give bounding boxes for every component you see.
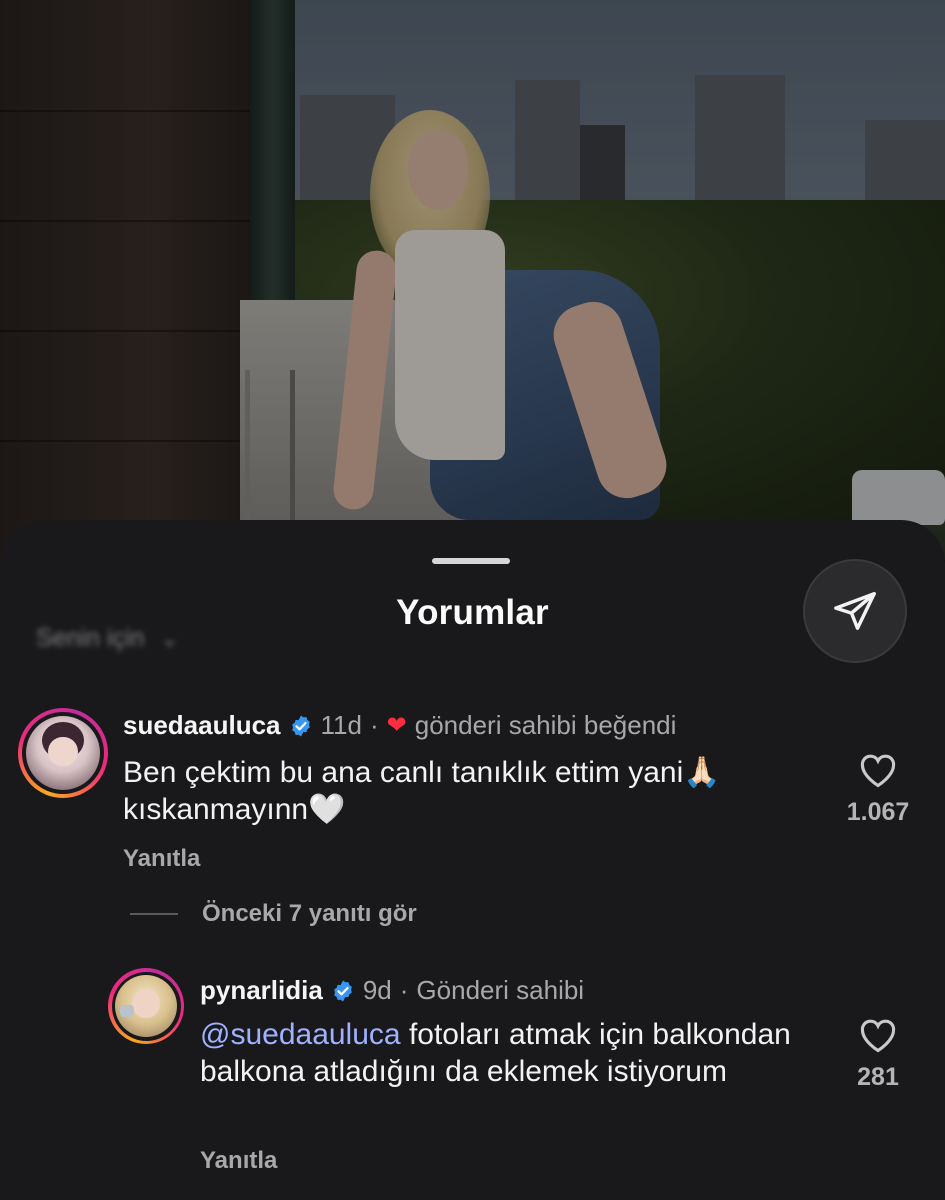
small-heart-icon: ❤ <box>386 712 407 739</box>
reply-meta: Gönderi sahibi <box>416 975 585 1005</box>
comment-time: 11d <box>320 710 362 740</box>
verified-badge-icon <box>291 715 310 736</box>
sheet-grabber[interactable] <box>432 558 510 564</box>
comment-username[interactable]: suedaauluca <box>123 710 281 741</box>
view-replies-button[interactable]: Önceki 7 yanıtı gör <box>130 900 417 928</box>
post-photo <box>0 0 945 560</box>
reply-username[interactable]: pynarlidia <box>200 975 323 1006</box>
like-control[interactable]: 1.067 <box>838 752 918 827</box>
comment-text: Ben çektim bu ana canlı tanıklık ettim y… <box>123 756 721 826</box>
comment-meta: gönderi sahibi beğendi <box>414 710 677 740</box>
heart-icon <box>860 754 896 788</box>
divider <box>130 913 178 915</box>
avatar[interactable] <box>108 968 184 1044</box>
like-control[interactable]: 281 <box>838 1017 918 1092</box>
like-count: 281 <box>857 1063 899 1091</box>
heart-icon <box>860 1019 896 1053</box>
reply-text: @suedaauluca fotoları atmak için balkond… <box>200 1016 830 1090</box>
verified-badge-icon <box>334 980 352 1001</box>
share-button[interactable] <box>803 559 907 663</box>
avatar[interactable] <box>18 708 108 798</box>
meta-separator: · <box>399 975 409 1005</box>
mention-link[interactable]: @suedaauluca <box>200 1018 401 1051</box>
like-count: 1.067 <box>846 798 910 826</box>
reply-time: 9d <box>362 975 392 1005</box>
comments-sheet: Senin için ⌄ Yorumlar suedaauluca 11d · … <box>0 520 945 1200</box>
meta-separator: · <box>369 710 379 740</box>
send-icon <box>834 592 876 630</box>
reply-button[interactable]: Yanıtla <box>123 845 200 873</box>
reply-button[interactable]: Yanıtla <box>200 1147 277 1175</box>
view-replies-label: Önceki 7 yanıtı gör <box>202 900 417 927</box>
